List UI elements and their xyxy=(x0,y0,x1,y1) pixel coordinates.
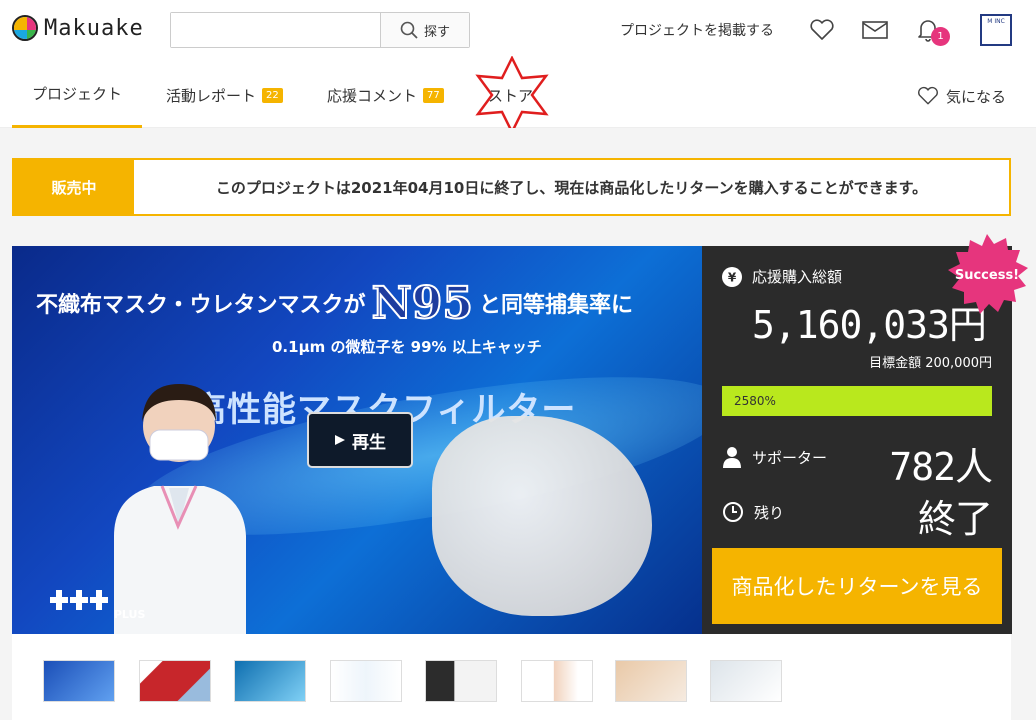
clock-icon xyxy=(723,502,743,522)
gallery-thumbnails xyxy=(12,634,1011,720)
gallery-thumbnail[interactable] xyxy=(521,660,593,702)
company-avatar[interactable]: M INC xyxy=(980,14,1012,46)
play-icon xyxy=(335,435,345,445)
hero-brand-text: PLUS xyxy=(113,608,146,621)
heart-outline-icon xyxy=(918,86,938,105)
search-button-label: 探す xyxy=(423,24,450,40)
remaining-value: 終了 xyxy=(917,497,993,541)
person-icon xyxy=(723,447,741,468)
tab-comments-label: 応援コメント xyxy=(327,86,418,105)
success-badge-text: Success! xyxy=(955,268,1019,283)
hero-headline-highlight: N95 xyxy=(371,277,474,330)
goal-amount: 目標金額 200,000円 xyxy=(869,356,992,371)
funding-progress-bar: 2580% xyxy=(722,386,992,416)
company-avatar-text: M INC xyxy=(987,18,1005,25)
sale-notice-message: このプロジェクトは2021年04月10日に終了し、現在は商品化したリターンを購入… xyxy=(215,178,928,197)
gallery-thumbnail[interactable] xyxy=(43,660,115,702)
yen-icon: ¥ xyxy=(722,266,742,287)
post-project-link[interactable]: プロジェクトを掲載する xyxy=(620,20,774,40)
mail-icon[interactable] xyxy=(861,16,889,44)
tab-project-label: プロジェクト xyxy=(31,85,122,103)
site-header: Makuake 探す プロジェクトを掲載する 1 M INC xyxy=(0,0,1036,62)
hero-headline: 不織布マスク・ウレタンマスクが N95 と同等捕集率に xyxy=(36,277,634,330)
play-video-button[interactable]: 再生 xyxy=(307,412,413,468)
favorite-button[interactable]: 気になる xyxy=(916,84,1006,108)
remaining-row: 残り xyxy=(722,501,784,523)
tab-comments[interactable]: 応援コメント 77 xyxy=(327,62,444,128)
hero-headline-before: 不織布マスク・ウレタンマスクが xyxy=(36,293,366,318)
search-icon xyxy=(400,21,418,39)
gallery-thumbnail[interactable] xyxy=(234,660,306,702)
search-input[interactable] xyxy=(171,13,380,47)
hero-headline-after: と同等捕集率に xyxy=(479,293,634,318)
sale-notice: 販売中 このプロジェクトは2021年04月10日に終了し、現在は商品化したリター… xyxy=(12,158,1011,216)
hero-brand: PLUS xyxy=(50,588,145,621)
tab-project[interactable]: プロジェクト xyxy=(12,62,142,128)
funding-progress-percent: 2580% xyxy=(734,394,776,408)
success-badge: Success! xyxy=(948,234,1028,314)
search-box: 探す xyxy=(170,12,470,48)
remaining-label: 残り xyxy=(754,503,785,522)
play-button-label: 再生 xyxy=(352,432,386,453)
search-button[interactable]: 探す xyxy=(380,13,469,47)
tab-activity-report-label: 活動レポート xyxy=(166,86,257,105)
total-amount-label: 応援購入総額 xyxy=(752,268,843,286)
logo-mark-icon xyxy=(12,15,38,41)
gallery-thumbnail[interactable] xyxy=(330,660,402,702)
tab-comments-count: 77 xyxy=(423,87,444,103)
view-store-button[interactable]: 商品化したリターンを見る xyxy=(712,548,1002,624)
site-logo[interactable]: Makuake xyxy=(12,15,144,41)
tab-activity-report-count: 22 xyxy=(262,87,283,103)
heart-icon[interactable] xyxy=(808,16,836,44)
total-amount-label-row: ¥ 応援購入総額 xyxy=(722,266,842,287)
hero-subline: 0.1μm の微粒子を 99% 以上キャッチ xyxy=(272,338,542,356)
favorite-label: 気になる xyxy=(945,87,1006,106)
notification-count-badge: 1 xyxy=(931,27,950,46)
svg-text:¥: ¥ xyxy=(728,270,737,284)
tab-activity-report[interactable]: 活動レポート 22 xyxy=(166,62,283,128)
gallery-thumbnail[interactable] xyxy=(710,660,782,702)
logo-text: Makuake xyxy=(44,15,144,41)
sale-status-label: 販売中 xyxy=(14,160,134,214)
gallery-thumbnail[interactable] xyxy=(615,660,687,702)
plus-logo-icon xyxy=(50,590,108,610)
supporters-label: サポーター xyxy=(752,448,828,467)
star-annotation-icon xyxy=(475,56,549,134)
gallery-thumbnail[interactable] xyxy=(139,660,211,702)
supporters-row: サポーター xyxy=(722,446,827,468)
supporters-value: 782人 xyxy=(889,445,993,489)
gallery-thumbnail[interactable] xyxy=(425,660,497,702)
